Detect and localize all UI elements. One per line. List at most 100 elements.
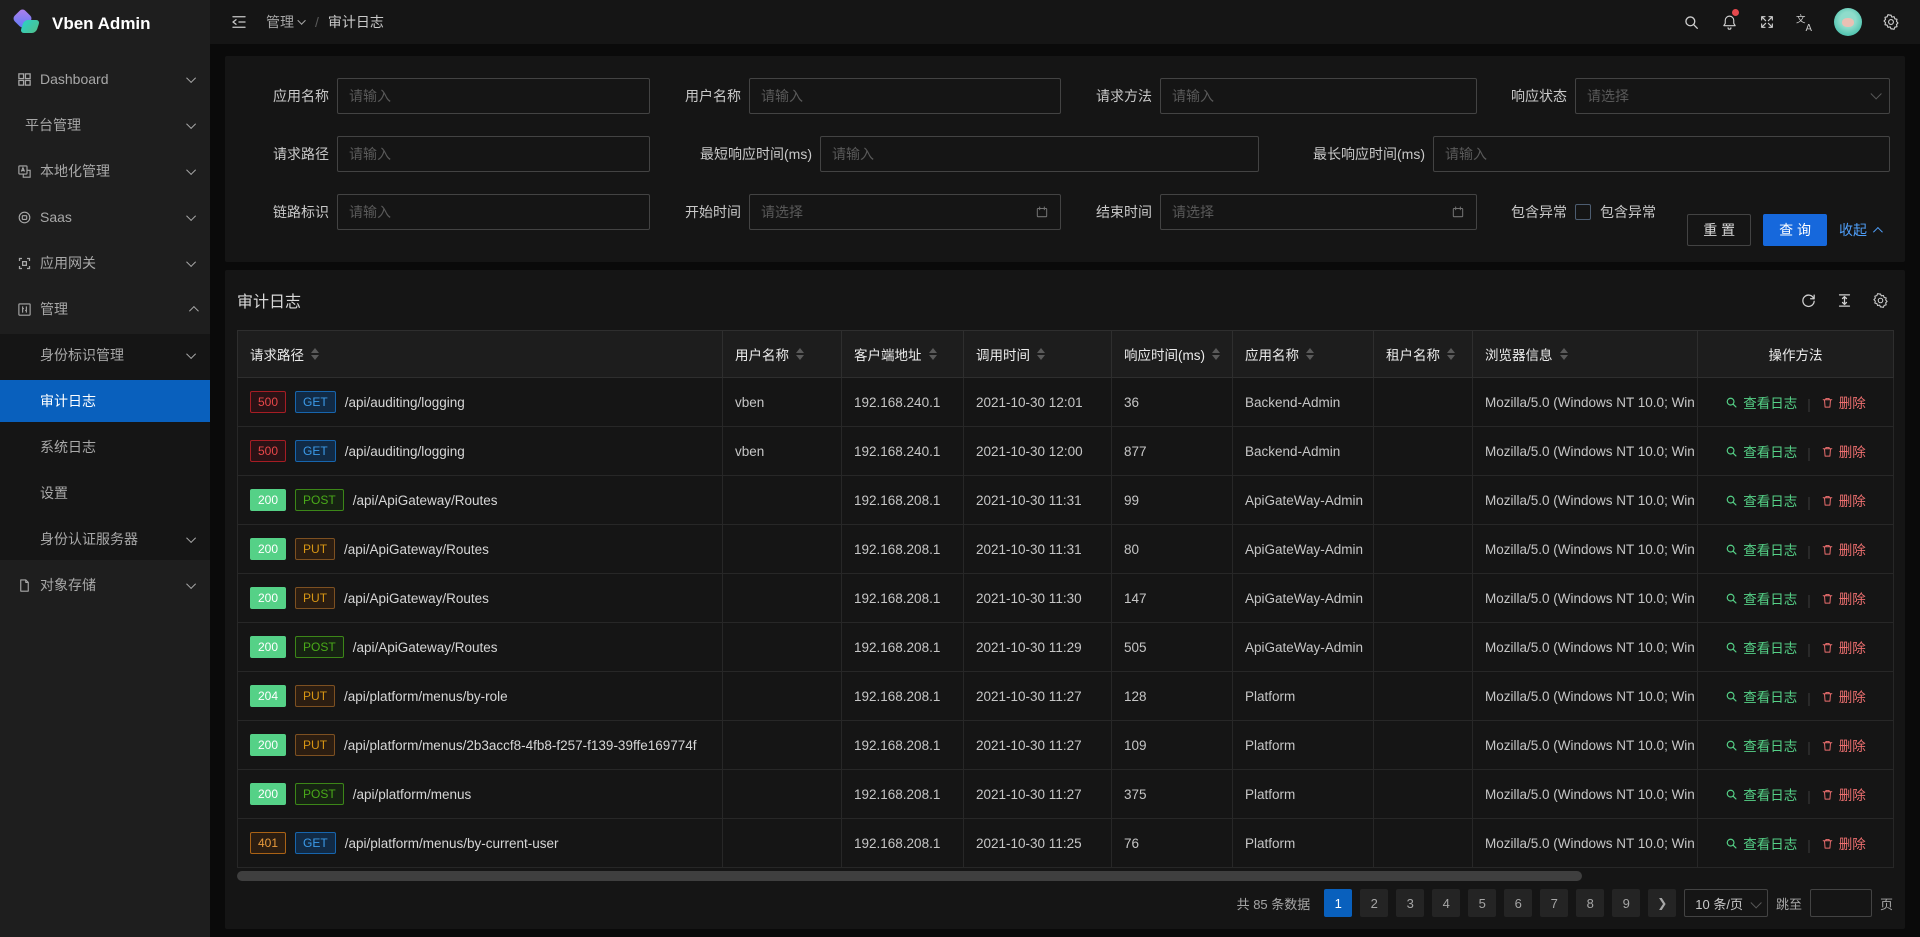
delete-button[interactable]: 删除 (1821, 588, 1866, 608)
view-log-button[interactable]: 查看日志 (1725, 637, 1797, 657)
fullscreen-icon[interactable] (1748, 0, 1786, 44)
notification-icon[interactable] (1710, 0, 1748, 44)
page-button-3[interactable]: 3 (1396, 889, 1424, 917)
page-button-8[interactable]: 8 (1576, 889, 1604, 917)
topbar: 管理 / 审计日志 (210, 0, 1920, 44)
sort-control[interactable] (1560, 348, 1568, 360)
locale-icon[interactable]: 文 A (1786, 0, 1824, 44)
avatar[interactable] (1834, 8, 1862, 36)
sort-control[interactable] (929, 348, 937, 360)
request-path-text: /api/ApiGateway/Routes (353, 640, 498, 655)
page-button-1[interactable]: 1 (1324, 889, 1352, 917)
sort-control[interactable] (1212, 348, 1220, 360)
sort-control[interactable] (1447, 348, 1455, 360)
view-log-button[interactable]: 查看日志 (1725, 588, 1797, 608)
view-log-button[interactable]: 查看日志 (1725, 833, 1797, 853)
delete-button[interactable]: 删除 (1821, 539, 1866, 559)
view-log-button[interactable]: 查看日志 (1725, 735, 1797, 755)
page-button-5[interactable]: 5 (1468, 889, 1496, 917)
submenu-item-3[interactable]: 设置 (0, 472, 210, 514)
max-duration-input[interactable] (1433, 136, 1890, 172)
view-log-button[interactable]: 查看日志 (1725, 784, 1797, 804)
page-size-select[interactable]: 10 条/页 (1684, 889, 1768, 917)
delete-button[interactable]: 删除 (1821, 735, 1866, 755)
cell-app-name: Platform (1233, 819, 1374, 868)
sidebar-item-4[interactable]: 应用网关 (0, 242, 210, 284)
row-height-icon[interactable] (1836, 292, 1853, 309)
delete-button[interactable]: 删除 (1821, 784, 1866, 804)
trace-id-input[interactable] (337, 194, 650, 230)
collapse-link[interactable]: 收起 (1839, 220, 1880, 240)
view-log-button[interactable]: 查看日志 (1725, 686, 1797, 706)
delete-button[interactable]: 删除 (1821, 833, 1866, 853)
view-log-label: 查看日志 (1743, 735, 1797, 755)
submenu-item-2[interactable]: 系统日志 (0, 426, 210, 468)
reset-button[interactable]: 重 置 (1687, 214, 1751, 246)
chevron-down-icon (186, 211, 196, 221)
sort-control[interactable] (1306, 348, 1314, 360)
logo[interactable]: Vben Admin (0, 0, 210, 48)
page-button-9[interactable]: 9 (1612, 889, 1640, 917)
breadcrumb-root[interactable]: 管理 (266, 12, 306, 32)
refresh-icon[interactable] (1800, 292, 1817, 309)
min-duration-input[interactable] (820, 136, 1259, 172)
jump-page-input[interactable] (1810, 889, 1872, 917)
delete-button[interactable]: 删除 (1821, 637, 1866, 657)
cell-app-name: ApiGateWay-Admin (1233, 574, 1374, 623)
app-name-input[interactable] (337, 78, 650, 114)
delete-button[interactable]: 删除 (1821, 490, 1866, 510)
chevron-down-icon (186, 533, 196, 543)
settings-gear-icon[interactable] (1872, 0, 1910, 44)
sidebar-item-5[interactable]: 管理 (0, 288, 210, 330)
submenu-item-4[interactable]: 身份认证服务器 (0, 518, 210, 560)
menu-fold-icon[interactable] (224, 0, 254, 44)
start-time-picker[interactable]: 请选择 (749, 194, 1061, 230)
end-time-picker[interactable]: 请选择 (1160, 194, 1477, 230)
delete-button[interactable]: 删除 (1821, 686, 1866, 706)
view-log-button[interactable]: 查看日志 (1725, 441, 1797, 461)
search-icon[interactable] (1672, 0, 1710, 44)
exception-checkbox[interactable] (1575, 204, 1591, 220)
user-name-input[interactable] (749, 78, 1061, 114)
query-button[interactable]: 查 询 (1763, 214, 1827, 246)
page-button-2[interactable]: 2 (1360, 889, 1388, 917)
sidebar-item-6[interactable]: 对象存储 (0, 564, 210, 606)
page-button-6[interactable]: 6 (1504, 889, 1532, 917)
cell-browser: Mozilla/5.0 (Windows NT 10.0; Win (1473, 427, 1698, 476)
cell-user: vben (723, 427, 842, 476)
sort-control[interactable] (796, 348, 804, 360)
view-log-button[interactable]: 查看日志 (1725, 539, 1797, 559)
column-settings-icon[interactable] (1872, 292, 1889, 309)
submenu-item-label: 身份认证服务器 (40, 529, 138, 549)
page-button-7[interactable]: 7 (1540, 889, 1568, 917)
sort-control[interactable] (1037, 348, 1045, 360)
request-path-input[interactable] (337, 136, 650, 172)
sidebar-item-1[interactable]: 平台管理 (0, 104, 210, 146)
sidebar-item-2[interactable]: 本地化管理 (0, 150, 210, 192)
pagination-next-button[interactable]: ❯ (1648, 889, 1676, 917)
sort-control[interactable] (311, 348, 319, 360)
submenu-item-0[interactable]: 身份标识管理 (0, 334, 210, 376)
status-badge: 401 (250, 832, 286, 854)
delete-button[interactable]: 删除 (1821, 392, 1866, 412)
view-log-button[interactable]: 查看日志 (1725, 392, 1797, 412)
status-badge: 200 (250, 636, 286, 658)
view-log-button[interactable]: 查看日志 (1725, 490, 1797, 510)
delete-button[interactable]: 删除 (1821, 441, 1866, 461)
horizontal-scrollbar-thumb[interactable] (237, 871, 1582, 881)
form-row-3: 链路标识 开始时间 请选择 (273, 194, 1905, 230)
sort-desc-icon (1037, 355, 1045, 360)
http-method-input[interactable] (1160, 78, 1477, 114)
request-path-text: /api/auditing/logging (345, 444, 465, 459)
select-caret-icon (1870, 88, 1881, 99)
exception-checkbox-text: 包含异常 (1600, 202, 1656, 222)
sidebar-item-3[interactable]: Saas (0, 196, 210, 238)
submenu-item-1[interactable]: 审计日志 (0, 380, 210, 422)
column-label: 用户名称 (735, 344, 789, 364)
table-row: 500GET/api/auditing/loggingvben192.168.2… (238, 378, 1894, 427)
page-button-4[interactable]: 4 (1432, 889, 1460, 917)
http-status-select[interactable]: 请选择 (1575, 78, 1890, 114)
cell-client-ip: 192.168.208.1 (842, 623, 964, 672)
sidebar-item-0[interactable]: Dashboard (0, 58, 210, 100)
column-header-content: 操作方法 (1710, 344, 1881, 364)
